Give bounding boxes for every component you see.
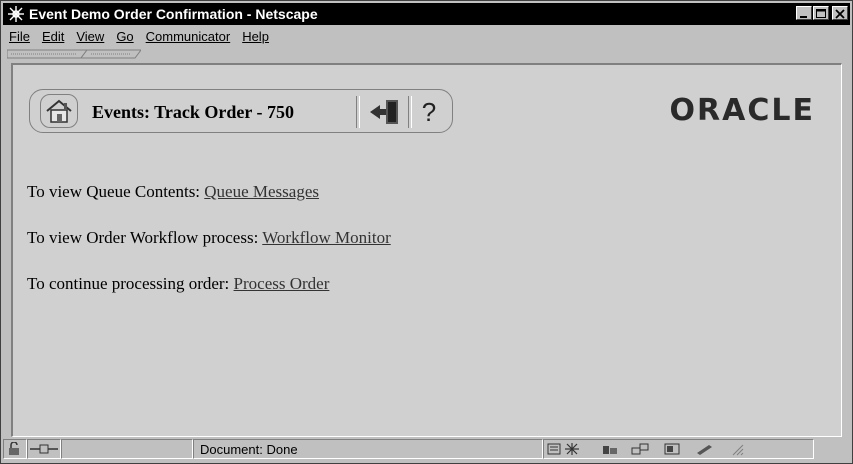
composer-icon[interactable] xyxy=(630,442,652,456)
queue-contents-label: To view Queue Contents: xyxy=(27,182,205,201)
menu-view-label: View xyxy=(76,29,105,44)
process-order-line: To continue processing order: Process Or… xyxy=(27,274,329,294)
addressbook-icon[interactable] xyxy=(662,442,682,456)
help-button[interactable]: ? xyxy=(414,96,444,128)
discussion-icon[interactable] xyxy=(600,442,620,456)
help-icon: ? xyxy=(421,97,437,127)
page-banner: Events: Track Order - 750 ? xyxy=(29,89,453,133)
edit-pen-icon[interactable] xyxy=(694,442,716,456)
security-cell[interactable] xyxy=(3,439,27,459)
page-content: Events: Track Order - 750 ? ORACLE To vi… xyxy=(11,63,842,437)
home-icon xyxy=(46,99,72,123)
menu-file[interactable]: File xyxy=(9,29,30,44)
netscape-app-icon xyxy=(8,6,24,22)
exit-door-icon xyxy=(370,100,398,124)
title-bar: Event Demo Order Confirmation - Netscape xyxy=(3,3,850,25)
browser-window: Event Demo Order Confirmation - Netscape… xyxy=(0,0,853,464)
menu-go-label: Go xyxy=(116,29,134,44)
minimize-icon xyxy=(800,16,807,18)
minimize-button[interactable] xyxy=(796,6,812,20)
queue-contents-line: To view Queue Contents: Queue Messages xyxy=(27,182,319,202)
workflow-line: To view Order Workflow process: Workflow… xyxy=(27,228,391,248)
page-title: Events: Track Order - 750 xyxy=(92,102,294,122)
window-title: Event Demo Order Confirmation - Netscape xyxy=(29,6,318,22)
close-button[interactable] xyxy=(832,6,848,20)
menu-go[interactable]: Go xyxy=(116,29,133,44)
connection-plug-icon xyxy=(30,444,58,454)
status-bar: Document: Done xyxy=(3,437,850,461)
status-text: Document: Done xyxy=(200,441,298,457)
menu-view[interactable]: View xyxy=(76,29,104,44)
mailbox-icon[interactable] xyxy=(562,442,582,456)
menu-communicator[interactable]: Communicator xyxy=(146,29,231,44)
maximize-icon xyxy=(816,9,826,18)
menu-help[interactable]: Help xyxy=(242,29,269,44)
status-text-cell: Document: Done xyxy=(193,439,543,459)
exit-button[interactable] xyxy=(368,96,402,128)
queue-messages-link[interactable]: Queue Messages xyxy=(204,182,319,201)
close-icon xyxy=(835,9,845,19)
component-bar xyxy=(543,439,814,459)
workflow-label: To view Order Workflow process: xyxy=(27,228,263,247)
process-order-link[interactable]: Process Order xyxy=(234,274,330,293)
lock-icon xyxy=(9,442,19,455)
menu-help-label: Help xyxy=(242,29,269,44)
window-controls xyxy=(795,6,848,20)
navigator-icon[interactable] xyxy=(546,442,562,456)
menu-edit-label: Edit xyxy=(41,29,65,44)
process-order-label: To continue processing order: xyxy=(27,274,234,293)
workflow-monitor-link[interactable]: Workflow Monitor xyxy=(262,228,390,247)
toolbar-grip[interactable] xyxy=(7,49,141,59)
connection-cell[interactable] xyxy=(27,439,61,459)
resize-grip-icon[interactable] xyxy=(730,442,744,456)
oracle-logo: ORACLE xyxy=(669,93,815,128)
progress-cell xyxy=(61,439,193,459)
menu-communicator-label: Communicator xyxy=(145,29,231,44)
maximize-button[interactable] xyxy=(813,6,829,20)
menu-file-label: File xyxy=(9,29,30,44)
menu-bar: File Edit View Go Communicator Help xyxy=(3,27,850,46)
home-button[interactable] xyxy=(40,94,78,128)
menu-edit[interactable]: Edit xyxy=(42,29,64,44)
banner-divider xyxy=(356,96,360,128)
banner-divider xyxy=(408,96,412,128)
